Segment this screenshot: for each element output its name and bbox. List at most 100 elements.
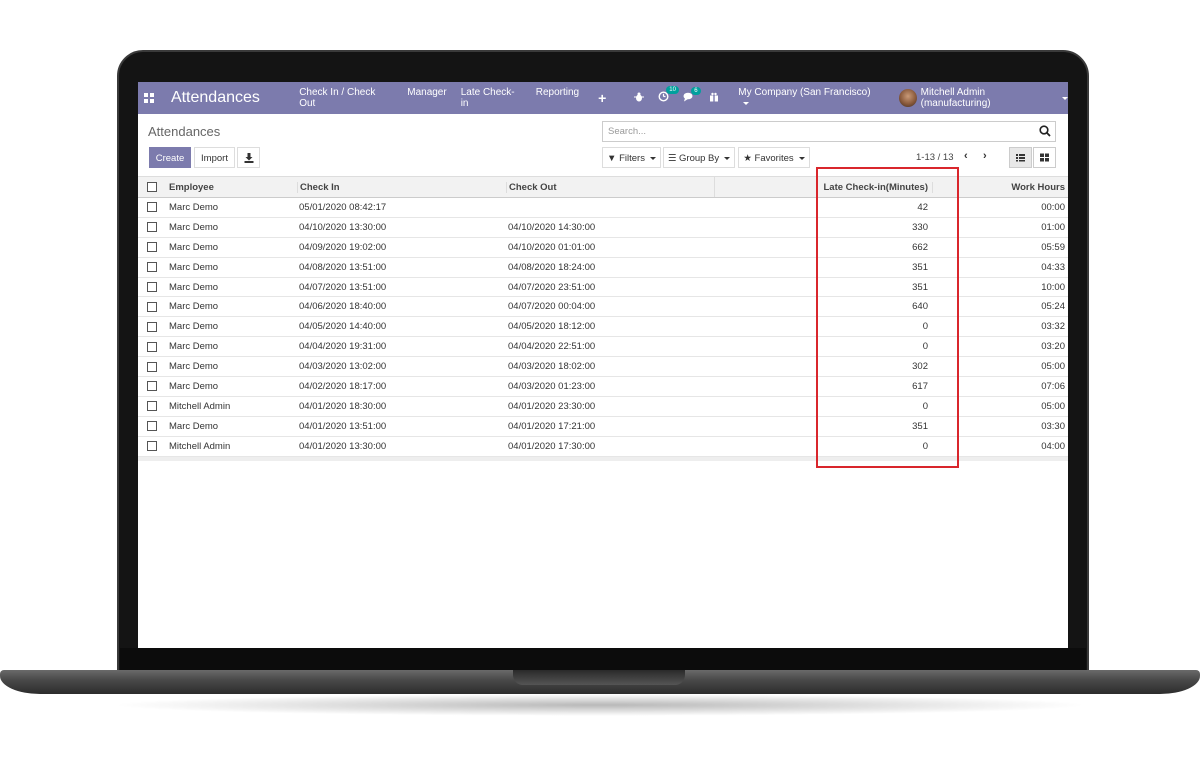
row-select-cell bbox=[138, 401, 166, 412]
list-view-button[interactable] bbox=[1009, 147, 1032, 168]
column-check-out[interactable]: Check Out bbox=[506, 181, 714, 193]
row-select-cell bbox=[138, 262, 166, 273]
search-icon[interactable] bbox=[1039, 125, 1051, 137]
row-checkbox[interactable] bbox=[147, 441, 157, 452]
cell-check-in: 04/10/2020 13:30:00 bbox=[299, 221, 387, 233]
cell-check-in: 04/01/2020 18:30:00 bbox=[299, 400, 387, 412]
user-name: Mitchell Admin (manufacturing) bbox=[920, 87, 991, 109]
row-checkbox[interactable] bbox=[147, 381, 157, 392]
download-icon bbox=[244, 153, 253, 163]
laptop-shadow bbox=[110, 694, 1090, 716]
cell-check-in: 04/06/2020 18:40:00 bbox=[299, 301, 387, 313]
cell-check-in: 04/03/2020 13:02:00 bbox=[299, 361, 387, 373]
cell-employee: Marc Demo bbox=[169, 420, 219, 432]
pager-value[interactable]: 1-13 / 13 bbox=[916, 152, 954, 163]
kanban-view-button[interactable] bbox=[1033, 147, 1056, 168]
cell-employee: Marc Demo bbox=[169, 281, 219, 293]
favorites-button[interactable]: ★ Favorites bbox=[738, 147, 810, 168]
cell-check-out: 04/08/2020 18:24:00 bbox=[508, 261, 596, 273]
select-all-checkbox[interactable] bbox=[147, 182, 157, 192]
row-checkbox[interactable] bbox=[147, 341, 157, 352]
search-placeholder: Search... bbox=[608, 126, 647, 137]
filters-button[interactable]: ▼ Filters bbox=[602, 147, 661, 168]
column-check-in[interactable]: Check In bbox=[297, 181, 506, 193]
company-switcher[interactable]: My Company (San Francisco) bbox=[738, 87, 880, 109]
row-checkbox[interactable] bbox=[147, 401, 157, 412]
cell-check-in: 04/01/2020 13:30:00 bbox=[299, 440, 387, 452]
gift-icon[interactable] bbox=[709, 92, 719, 105]
group-by-button[interactable]: ☰ Group By bbox=[663, 147, 735, 168]
cell-employee: Marc Demo bbox=[169, 341, 219, 353]
cell-check-in: 04/04/2020 19:31:00 bbox=[299, 341, 387, 353]
caret-down-icon bbox=[743, 101, 750, 105]
row-select-cell bbox=[138, 202, 166, 213]
cell-employee: Marc Demo bbox=[169, 221, 219, 233]
activity-badge: 10 bbox=[666, 86, 679, 94]
download-button[interactable] bbox=[237, 147, 260, 168]
row-select-cell bbox=[138, 381, 166, 392]
row-select-cell bbox=[138, 341, 166, 352]
caret-down-icon bbox=[649, 156, 656, 160]
cell-employee: Marc Demo bbox=[169, 301, 219, 313]
cell-check-out: 04/07/2020 00:04:00 bbox=[508, 301, 596, 313]
row-select-cell bbox=[138, 242, 166, 253]
create-button[interactable]: Create bbox=[149, 147, 191, 168]
cell-check-out: 04/07/2020 23:51:00 bbox=[508, 281, 596, 293]
column-employee[interactable]: Employee bbox=[166, 182, 297, 193]
caret-down-icon bbox=[1062, 96, 1068, 100]
navbar: Attendances Check In / Check Out Manager… bbox=[138, 82, 1068, 114]
column-spacer bbox=[714, 177, 818, 197]
user-menu[interactable]: Mitchell Admin (manufacturing) bbox=[898, 87, 1068, 109]
select-all-cell bbox=[138, 182, 166, 192]
laptop-bezel bbox=[120, 648, 1086, 670]
cell-check-out: 04/05/2020 18:12:00 bbox=[508, 321, 596, 333]
row-checkbox[interactable] bbox=[147, 282, 157, 292]
row-checkbox[interactable] bbox=[147, 321, 157, 332]
avatar bbox=[898, 89, 917, 107]
messages-icon[interactable]: 6 bbox=[683, 86, 701, 105]
row-checkbox[interactable] bbox=[147, 202, 157, 213]
cell-check-in: 04/02/2020 18:17:00 bbox=[299, 380, 387, 392]
cell-employee: Marc Demo bbox=[169, 241, 219, 253]
cell-check-out: 04/10/2020 14:30:00 bbox=[508, 221, 596, 233]
row-checkbox[interactable] bbox=[147, 301, 157, 312]
cell-check-in: 04/07/2020 13:51:00 bbox=[299, 281, 387, 293]
cell-employee: Marc Demo bbox=[169, 321, 219, 333]
activity-icon[interactable]: 10 bbox=[658, 86, 679, 105]
apps-menu-icon[interactable] bbox=[144, 93, 154, 103]
nav-menu: Check In / Check Out Manager Late Check-… bbox=[299, 87, 579, 109]
chevron-right-icon[interactable]: › bbox=[983, 150, 987, 162]
row-select-cell bbox=[138, 301, 166, 312]
cell-check-in: 05/01/2020 08:42:17 bbox=[299, 201, 387, 213]
cell-check-out: 04/03/2020 18:02:00 bbox=[508, 361, 596, 373]
import-button[interactable]: Import bbox=[194, 147, 235, 168]
row-checkbox[interactable] bbox=[147, 262, 157, 273]
search-input[interactable]: Search... bbox=[602, 121, 1056, 142]
row-checkbox[interactable] bbox=[147, 222, 157, 233]
menu-reporting[interactable]: Reporting bbox=[536, 87, 579, 109]
menu-late-check-in[interactable]: Late Check-in bbox=[461, 87, 522, 109]
groupby-label: Group By bbox=[679, 153, 720, 164]
page-title: Attendances bbox=[148, 124, 221, 139]
cell-employee: Mitchell Admin bbox=[169, 440, 231, 452]
row-checkbox[interactable] bbox=[147, 361, 157, 372]
list-icon: ☰ bbox=[667, 153, 677, 164]
cell-employee: Mitchell Admin bbox=[169, 400, 231, 412]
app-title[interactable]: Attendances bbox=[171, 89, 299, 107]
caret-down-icon bbox=[724, 156, 731, 160]
cell-check-in: 04/01/2020 13:51:00 bbox=[299, 420, 387, 432]
cell-employee: Marc Demo bbox=[169, 201, 219, 213]
row-checkbox[interactable] bbox=[147, 421, 157, 432]
laptop-notch bbox=[513, 670, 685, 685]
chevron-left-icon[interactable]: ‹ bbox=[964, 150, 968, 162]
cell-check-out: 04/01/2020 17:30:00 bbox=[508, 440, 596, 452]
row-checkbox[interactable] bbox=[147, 242, 157, 253]
add-menu-icon[interactable]: + bbox=[598, 90, 606, 106]
systray: 10 6 bbox=[634, 86, 719, 105]
menu-check-in-out[interactable]: Check In / Check Out bbox=[299, 87, 393, 109]
cell-check-out: 04/04/2020 22:51:00 bbox=[508, 341, 596, 353]
menu-manager[interactable]: Manager bbox=[407, 87, 446, 109]
favorites-label: Favorites bbox=[754, 153, 794, 164]
bug-icon[interactable] bbox=[634, 92, 645, 105]
late-check-in-highlight bbox=[816, 167, 959, 468]
